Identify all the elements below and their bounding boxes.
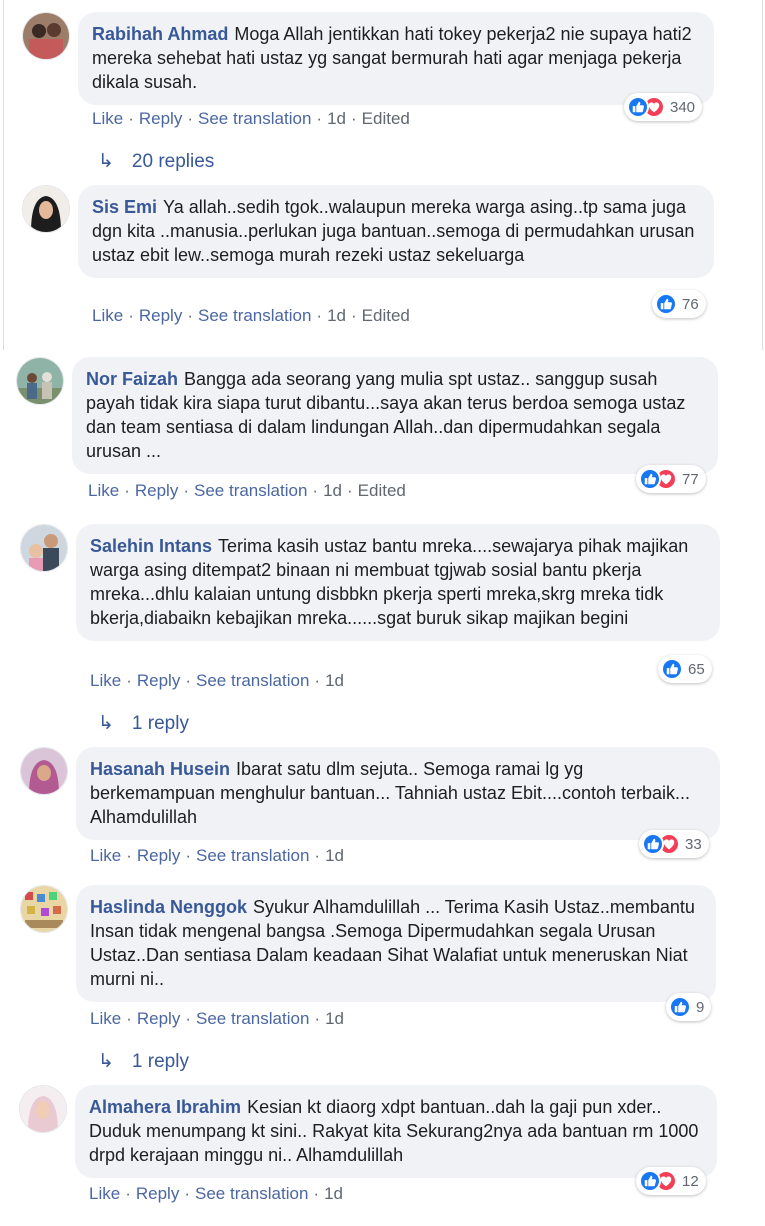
thumbs-up-icon xyxy=(661,658,683,680)
timestamp[interactable]: 1d xyxy=(325,846,344,865)
see-translation-link[interactable]: See translation xyxy=(196,1009,309,1028)
replies-label: 1 reply xyxy=(131,712,189,734)
reply-link[interactable]: Reply xyxy=(137,846,180,865)
reaction-count: 9 xyxy=(696,998,705,1016)
thread-left-border xyxy=(3,0,4,350)
comment-actions: Like · Reply · See translation · 1d xyxy=(89,1184,343,1203)
avatar[interactable] xyxy=(16,357,64,405)
comment-text: Ya allah..sedih tgok..walaupun mereka wa… xyxy=(92,197,695,265)
reaction-count: 65 xyxy=(688,660,705,678)
reaction-count: 77 xyxy=(682,470,699,488)
view-replies-link[interactable]: ↳ 1 reply xyxy=(98,1050,189,1073)
comment-bubble: Rabihah Ahmad Moga Allah jentikkan hati t… xyxy=(78,12,714,105)
timestamp[interactable]: 1d xyxy=(324,1184,343,1203)
reply-arrow-icon: ↳ xyxy=(98,713,114,734)
timestamp[interactable]: 1d xyxy=(325,671,344,690)
timestamp[interactable]: 1d xyxy=(325,1009,344,1028)
comment-author[interactable]: Hasanah Husein xyxy=(90,759,230,779)
reply-arrow-icon: ↳ xyxy=(98,1051,114,1072)
comment-author[interactable]: Rabihah Ahmad xyxy=(92,24,228,44)
see-translation-link[interactable]: See translation xyxy=(196,671,309,690)
comment-bubble: Haslinda Nenggok Syukur Alhamdulillah ...… xyxy=(76,885,716,1002)
view-replies-link[interactable]: ↳ 1 reply xyxy=(98,712,189,735)
like-link[interactable]: Like xyxy=(92,306,123,325)
reply-link[interactable]: Reply xyxy=(137,1009,180,1028)
reaction-summary[interactable]: 77 xyxy=(636,465,706,493)
comment-author[interactable]: Sis Emi xyxy=(92,197,157,217)
edited-label[interactable]: Edited xyxy=(362,306,410,325)
comment-actions: Like · Reply · See translation · 1d · Edited xyxy=(88,481,406,500)
reaction-count: 12 xyxy=(682,1172,699,1190)
thumbs-up-icon xyxy=(669,996,691,1018)
thumbs-up-icon xyxy=(639,1170,661,1192)
avatar[interactable] xyxy=(20,747,68,795)
like-link[interactable]: Like xyxy=(90,1009,121,1028)
edited-label[interactable]: Edited xyxy=(362,109,410,128)
timestamp[interactable]: 1d xyxy=(327,306,346,325)
timestamp[interactable]: 1d xyxy=(323,481,342,500)
reply-arrow-icon: ↳ xyxy=(98,151,114,172)
reply-link[interactable]: Reply xyxy=(137,671,180,690)
see-translation-link[interactable]: See translation xyxy=(198,306,311,325)
comment-actions: Like · Reply · See translation · 1d xyxy=(90,846,344,865)
comment-bubble: Sis Emi Ya allah..sedih tgok..walaupun me… xyxy=(78,185,714,278)
like-link[interactable]: Like xyxy=(88,481,119,500)
thumbs-up-icon xyxy=(639,468,661,490)
reply-link[interactable]: Reply xyxy=(135,481,178,500)
comment-bubble: Almahera Ibrahim Kesian kt diaorg xdpt ba… xyxy=(75,1085,717,1178)
reaction-count: 340 xyxy=(670,98,696,116)
see-translation-link[interactable]: See translation xyxy=(194,481,307,500)
like-link[interactable]: Like xyxy=(92,109,123,128)
comment-author[interactable]: Almahera Ibrahim xyxy=(89,1097,241,1117)
replies-label: 20 replies xyxy=(131,150,215,172)
avatar[interactable] xyxy=(20,885,68,933)
reaction-count: 33 xyxy=(685,835,702,853)
comment-bubble: Salehin Intans Terima kasih ustaz bantu m… xyxy=(76,524,720,641)
comment-bubble: Nor Faizah Bangga ada seorang yang mulia … xyxy=(72,357,718,474)
see-translation-link[interactable]: See translation xyxy=(198,109,311,128)
view-replies-link[interactable]: ↳ 20 replies xyxy=(98,150,214,173)
reaction-summary[interactable]: 9 xyxy=(666,993,712,1021)
comment-bubble: Hasanah Husein Ibarat satu dlm sejuta.. S… xyxy=(76,747,720,840)
like-link[interactable]: Like xyxy=(90,671,121,690)
thumbs-up-icon xyxy=(642,833,664,855)
reply-link[interactable]: Reply xyxy=(139,306,182,325)
reaction-summary[interactable]: 33 xyxy=(639,830,709,858)
comment-author[interactable]: Nor Faizah xyxy=(86,369,178,389)
comment-actions: Like · Reply · See translation · 1d · Edited xyxy=(92,306,410,325)
reply-link[interactable]: Reply xyxy=(139,109,182,128)
reply-link[interactable]: Reply xyxy=(136,1184,179,1203)
avatar[interactable] xyxy=(20,524,68,572)
reaction-summary[interactable]: 65 xyxy=(658,655,712,683)
thumbs-up-icon xyxy=(627,96,649,118)
replies-label: 1 reply xyxy=(131,1050,189,1072)
avatar[interactable] xyxy=(22,185,70,233)
like-link[interactable]: Like xyxy=(89,1184,120,1203)
see-translation-link[interactable]: See translation xyxy=(195,1184,308,1203)
thread-right-border xyxy=(762,0,763,350)
timestamp[interactable]: 1d xyxy=(327,109,346,128)
comment-actions: Like · Reply · See translation · 1d xyxy=(90,1009,344,1028)
reaction-count: 76 xyxy=(682,295,699,313)
comment-author[interactable]: Salehin Intans xyxy=(90,536,212,556)
edited-label[interactable]: Edited xyxy=(358,481,406,500)
avatar[interactable] xyxy=(22,12,70,60)
reaction-summary[interactable]: 76 xyxy=(652,290,706,318)
comment-actions: Like · Reply · See translation · 1d xyxy=(90,671,344,690)
avatar[interactable] xyxy=(19,1085,67,1133)
like-link[interactable]: Like xyxy=(90,846,121,865)
reaction-summary[interactable]: 340 xyxy=(624,93,703,121)
see-translation-link[interactable]: See translation xyxy=(196,846,309,865)
thumbs-up-icon xyxy=(655,293,677,315)
reaction-summary[interactable]: 12 xyxy=(636,1167,706,1195)
comment-author[interactable]: Haslinda Nenggok xyxy=(90,897,247,917)
comment-actions: Like · Reply · See translation · 1d · Edited xyxy=(92,109,410,128)
